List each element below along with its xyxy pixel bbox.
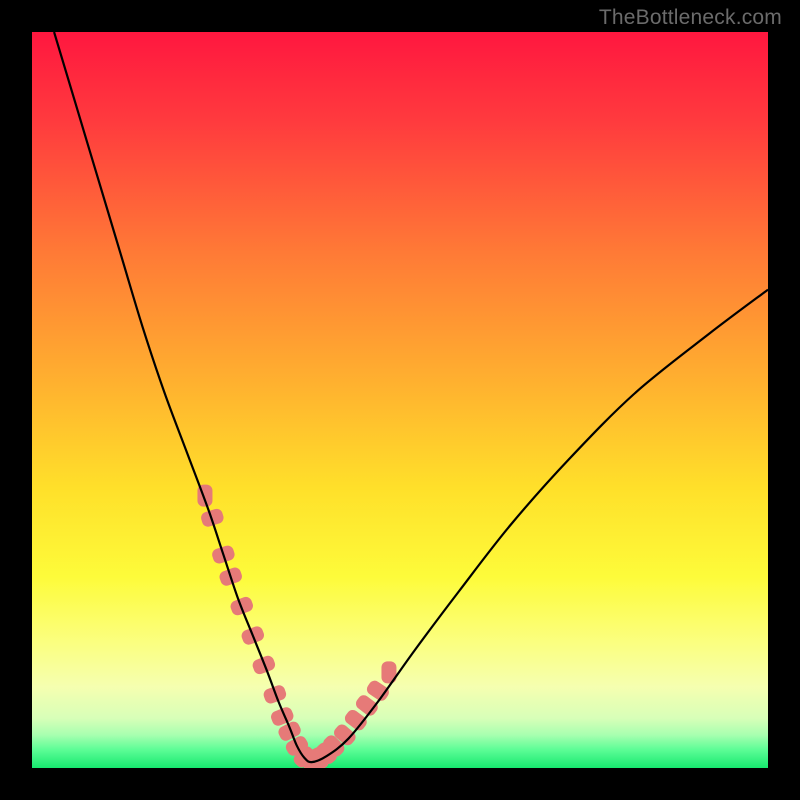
chart-frame: TheBottleneck.com	[0, 0, 800, 800]
plot-area	[32, 32, 768, 768]
curve-layer	[32, 32, 768, 768]
watermark-text: TheBottleneck.com	[599, 6, 782, 30]
bottleneck-curve	[54, 32, 768, 762]
highlight-markers	[197, 485, 396, 768]
